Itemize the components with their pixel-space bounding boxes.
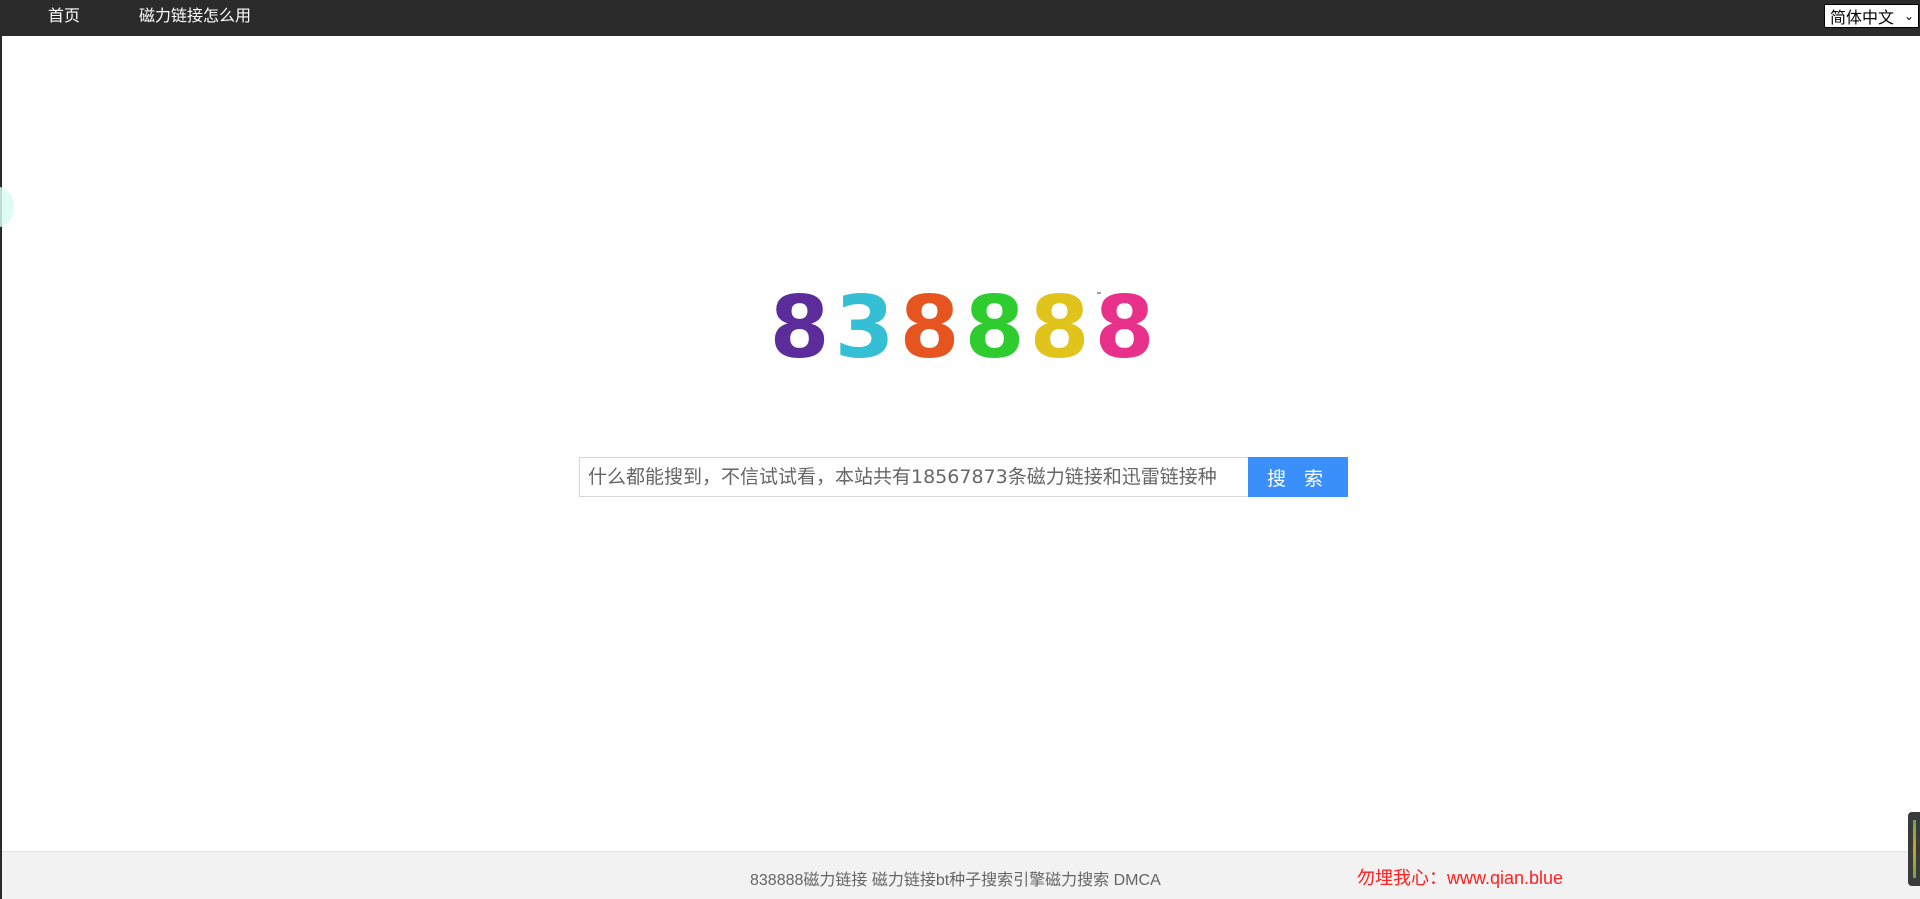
side-tab-decoration [0, 186, 14, 228]
language-select-value: 简体中文 [1830, 10, 1895, 27]
logo-digit: 3 [834, 278, 895, 378]
side-widget-handle[interactable] [1908, 812, 1920, 886]
footer-text: 838888磁力链接 磁力链接bt种子搜索引擎磁力搜索 DMCA [750, 872, 1161, 889]
page: 首页 磁力链接怎么用 简体中文 ⌄ 838888 搜 索 838888磁力链接 … [0, 0, 1920, 899]
footer: 838888磁力链接 磁力链接bt种子搜索引擎磁力搜索 DMCA 勿埋我心：ww… [2, 851, 1920, 899]
logo-digit: 8 [769, 278, 830, 378]
logo-digit: 8 [1094, 278, 1155, 378]
footer-contact: 勿埋我心：www.qian.blue [1357, 868, 1564, 888]
logo-digit: 8 [899, 278, 960, 378]
nav-howto-link[interactable]: 磁力链接怎么用 [139, 0, 251, 34]
search-form: 搜 索 [579, 457, 1348, 497]
search-button[interactable]: 搜 索 [1248, 457, 1348, 497]
side-widget-indicator [1913, 820, 1916, 878]
logo-digit: 8 [964, 278, 1025, 378]
language-select[interactable]: 简体中文 ⌄ [1824, 4, 1919, 28]
site-logo[interactable]: 838888 [767, 282, 1157, 374]
top-navigation-bar: 首页 磁力链接怎么用 简体中文 ⌄ [2, 0, 1920, 36]
search-input[interactable] [579, 457, 1248, 497]
nav-home-link[interactable]: 首页 [48, 0, 80, 34]
logo-digit: 8 [1029, 278, 1090, 378]
chevron-down-icon: ⌄ [1903, 9, 1914, 23]
logo-dot-decoration [1097, 292, 1101, 294]
